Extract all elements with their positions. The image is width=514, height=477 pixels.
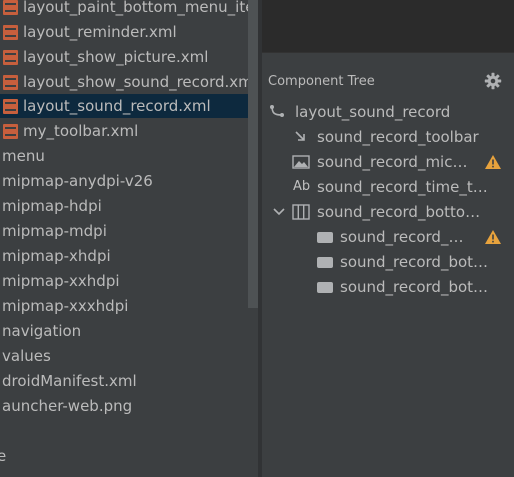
tree-item[interactable]: layout_reminder.xml (0, 20, 258, 44)
divider (262, 52, 514, 53)
tree-item-folder[interactable]: mipmap-xhdpi (0, 244, 258, 268)
project-tree-panel: layout_paint_bottom_menu_item layout_rem… (0, 0, 258, 477)
tree-item-folder[interactable]: mipmap-xxxhdpi (0, 294, 258, 318)
tree-item-folder[interactable]: mipmap-anydpi-v26 (0, 169, 258, 193)
warning-icon[interactable] (484, 154, 502, 170)
component-tree-title: Component Tree (268, 74, 375, 89)
xml-file-icon (3, 0, 18, 15)
button-icon (317, 232, 333, 243)
tree-item[interactable]: e (0, 444, 258, 468)
tree-item[interactable]: auncher-web.png (0, 394, 258, 418)
button-icon (317, 282, 333, 293)
linear-layout-icon (292, 204, 310, 220)
include-arrow-icon (295, 131, 305, 141)
tree-item[interactable]: layout_paint_bottom_menu_item (0, 0, 258, 19)
chevron-down-icon[interactable] (272, 204, 286, 220)
gear-icon[interactable] (484, 72, 502, 90)
xml-file-icon (3, 124, 18, 139)
tree-item[interactable]: layout_show_picture.xml (0, 45, 258, 69)
xml-file-icon (3, 25, 18, 40)
tree-item-folder[interactable]: mipmap-mdpi (0, 219, 258, 243)
text-view-icon: Ab (293, 179, 311, 194)
tree-item-folder[interactable]: navigation (0, 319, 258, 343)
tree-item-folder[interactable]: mipmap-xxhdpi (0, 269, 258, 293)
tree-item-folder[interactable]: mipmap-hdpi (0, 194, 258, 218)
constraint-layout-icon (270, 105, 284, 117)
tree-item[interactable]: droidManifest.xml (0, 369, 258, 393)
component-tree-panel: Component Tree layout_sound_record sound… (262, 0, 514, 477)
tree-item-selected[interactable]: layout_sound_record.xml (0, 94, 258, 118)
tree-item[interactable]: layout_show_sound_record.xml (0, 70, 258, 94)
xml-file-icon (3, 75, 18, 90)
xml-file-icon (3, 99, 18, 114)
tree-item-folder[interactable]: values (0, 344, 258, 368)
design-surface (262, 0, 514, 52)
vertical-scrollbar[interactable] (248, 0, 258, 308)
warning-icon[interactable] (484, 229, 502, 245)
image-view-icon (292, 155, 310, 169)
xml-file-icon (3, 50, 18, 65)
button-icon (317, 257, 333, 268)
tree-item[interactable]: my_toolbar.xml (0, 119, 258, 143)
tree-item-folder[interactable]: menu (0, 144, 258, 168)
